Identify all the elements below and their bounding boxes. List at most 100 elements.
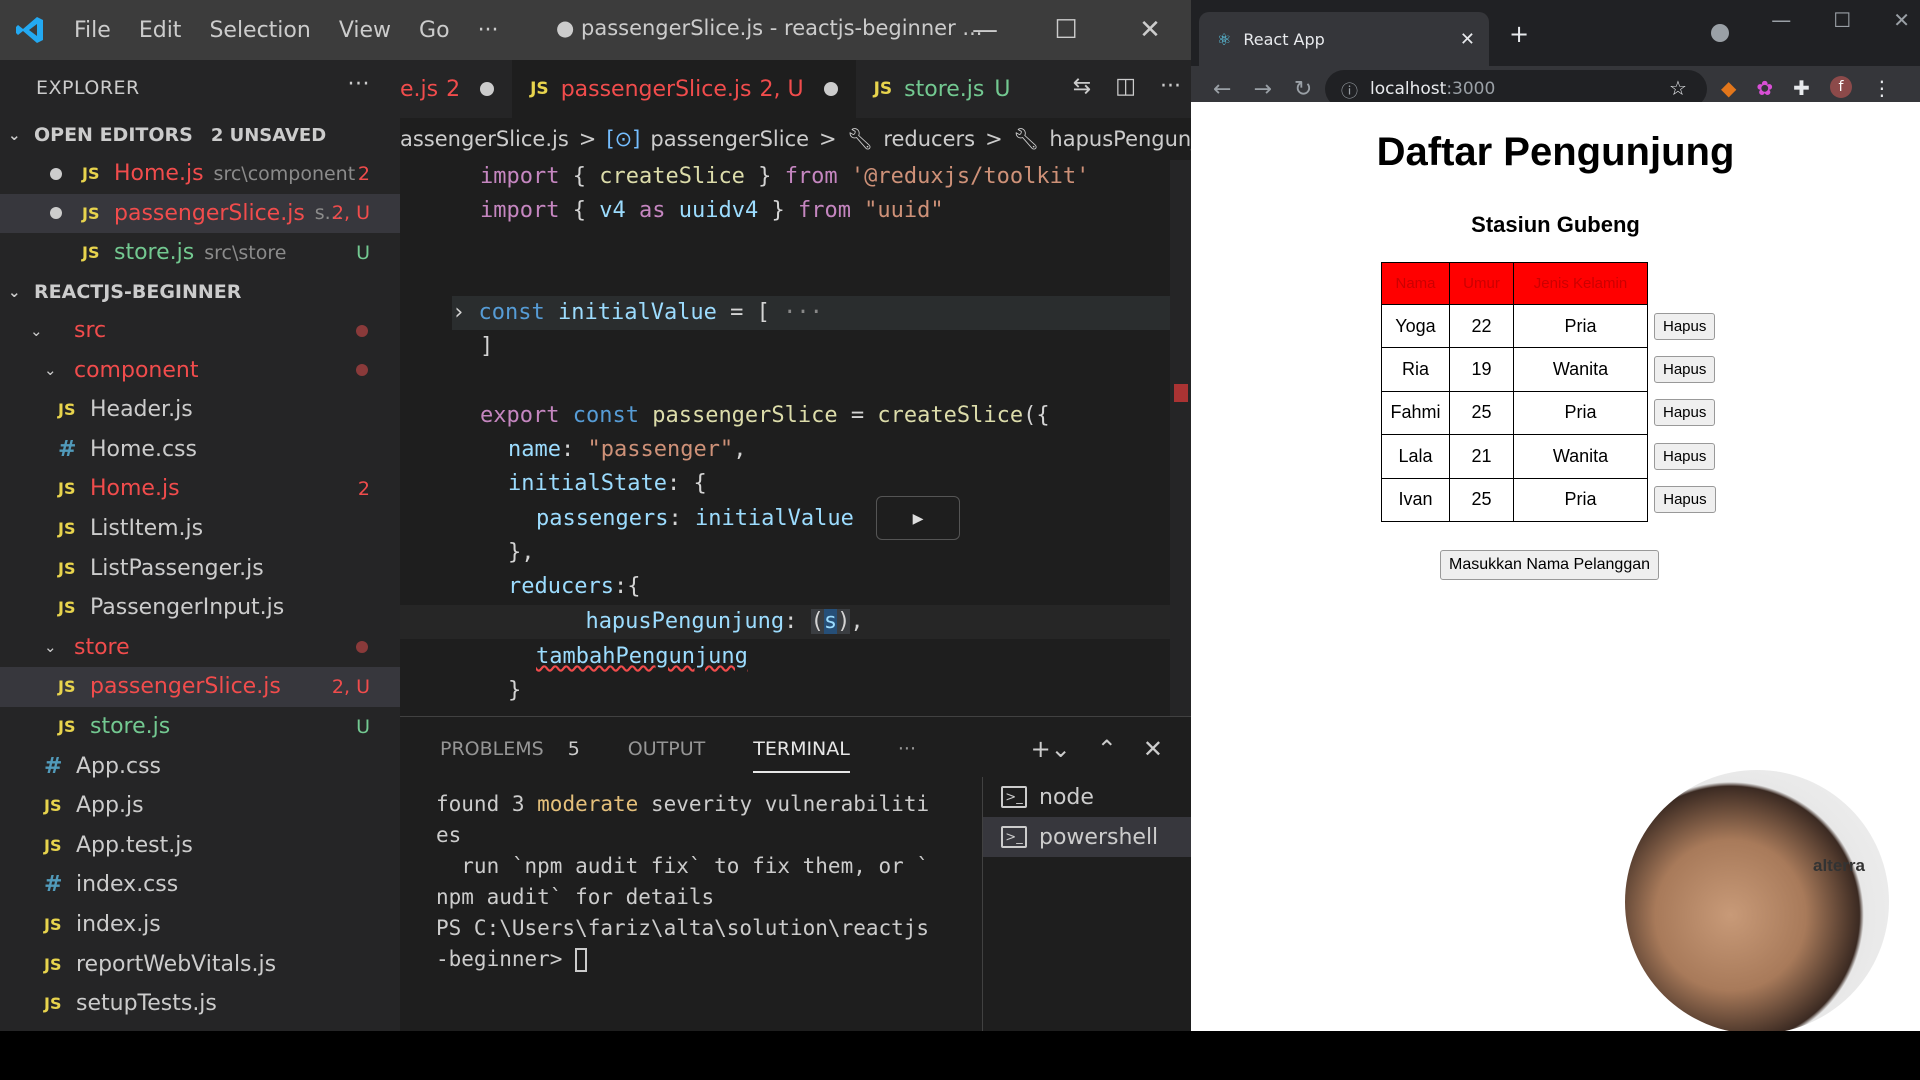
- tree-file[interactable]: JS passengerSlice.js 2, U: [0, 667, 400, 707]
- tree-file[interactable]: JS App.test.js: [0, 826, 400, 866]
- browser-menu-icon[interactable]: ⋮: [1872, 76, 1892, 100]
- maximize-icon[interactable]: ☐: [1833, 8, 1851, 32]
- unsaved-dot-icon[interactable]: [50, 207, 62, 220]
- tab-store-js[interactable]: JS store.js U: [856, 60, 1029, 118]
- tab-passengerslice-js[interactable]: JS passengerSlice.js 2, U: [512, 60, 856, 118]
- file-status: 2, U: [331, 675, 370, 698]
- close-icon[interactable]: ✕: [1893, 8, 1910, 32]
- maximize-panel-icon[interactable]: ⌃: [1097, 735, 1117, 763]
- explorer-sidebar: EXPLORER ··· ⌄ OPEN EDITORS 2 UNSAVED JS…: [0, 60, 400, 1031]
- breadcrumb-symbol[interactable]: passengerSlice: [650, 127, 809, 151]
- tree-folder-store[interactable]: ⌄ store: [0, 628, 400, 668]
- bookmark-star-icon[interactable]: ☆: [1669, 76, 1687, 100]
- tree-folder-src[interactable]: ⌄ src: [0, 311, 400, 351]
- tree-file[interactable]: # App.css: [0, 746, 400, 786]
- tab-terminal[interactable]: TERMINAL: [753, 717, 850, 781]
- menu-view[interactable]: View: [325, 18, 405, 43]
- unsaved-dot-icon[interactable]: [50, 167, 62, 180]
- explorer-title: EXPLORER: [36, 77, 140, 99]
- tree-file[interactable]: JS reportWebVitals.js: [0, 944, 400, 984]
- tree-file[interactable]: # Home.css: [0, 430, 400, 470]
- js-file-icon: JS: [873, 79, 893, 99]
- explorer-more-icon[interactable]: ···: [348, 72, 370, 97]
- breadcrumb-symbol[interactable]: reducers: [883, 127, 975, 151]
- close-panel-icon[interactable]: ✕: [1143, 735, 1163, 763]
- avatar[interactable]: f: [1829, 76, 1852, 98]
- tree-file[interactable]: JS ListPassenger.js: [0, 548, 400, 588]
- forward-icon[interactable]: →: [1253, 77, 1271, 102]
- hapus-button[interactable]: Hapus: [1654, 442, 1716, 470]
- split-editor-icon[interactable]: ◫: [1115, 74, 1136, 99]
- file-name: setupTests.js: [76, 991, 217, 1017]
- open-editor-item[interactable]: JS passengerSlice.js s... 2, U: [0, 193, 400, 234]
- minimize-icon[interactable]: —: [965, 10, 1005, 50]
- info-icon[interactable]: ⓘ: [1341, 77, 1358, 102]
- breadcrumb-file[interactable]: assengerSlice.js: [400, 127, 569, 151]
- tree-file[interactable]: JS PassengerInput.js: [0, 588, 400, 628]
- code-line: passengers: initialValue: [536, 506, 854, 531]
- terminal-line: found 3 moderate severity vulnerabiliti: [436, 792, 930, 816]
- new-terminal-icon[interactable]: +⌄: [1031, 735, 1071, 763]
- tree-file[interactable]: JS Home.js 2: [0, 469, 400, 509]
- js-file-icon: JS: [82, 243, 100, 263]
- modified-dot-icon: [356, 641, 368, 654]
- editor-scrollbar[interactable]: [1170, 160, 1191, 716]
- cell-umur: 25: [1449, 477, 1514, 522]
- menu-file[interactable]: File: [60, 18, 125, 43]
- unsaved-dot-icon[interactable]: [823, 82, 838, 96]
- terminal-node[interactable]: >_ node: [983, 777, 1191, 817]
- tree-file[interactable]: JS Header.js: [0, 390, 400, 430]
- tree-file[interactable]: JS store.js U: [0, 707, 400, 747]
- back-icon[interactable]: ←: [1213, 77, 1231, 102]
- browser-tab[interactable]: ⚛ React App ✕: [1199, 12, 1489, 66]
- letterbox-bar: [0, 1031, 1920, 1080]
- menu-go[interactable]: Go: [405, 18, 464, 43]
- open-editor-item[interactable]: JS store.js src\store U: [0, 233, 400, 273]
- open-editors-header[interactable]: ⌄ OPEN EDITORS 2 UNSAVED: [0, 116, 400, 154]
- tree-file[interactable]: JS index.js: [0, 905, 400, 945]
- close-icon[interactable]: ✕: [1130, 10, 1170, 50]
- profile-dot-icon[interactable]: [1711, 24, 1729, 42]
- code-editor[interactable]: import { createSlice } from '@reduxjs/to…: [400, 160, 1170, 716]
- menu-edit[interactable]: Edit: [125, 18, 196, 43]
- terminal-powershell[interactable]: >_ powershell: [983, 817, 1191, 857]
- compare-changes-icon[interactable]: ⇆: [1073, 74, 1091, 99]
- tab-output[interactable]: OUTPUT: [628, 717, 705, 781]
- unsaved-dot-icon[interactable]: [480, 82, 495, 96]
- tree-file[interactable]: # index.css: [0, 865, 400, 905]
- more-actions-icon[interactable]: ···: [1160, 74, 1181, 99]
- hapus-button[interactable]: Hapus: [1654, 399, 1716, 427]
- tab-title: React App: [1243, 29, 1325, 49]
- extensions-puzzle-icon[interactable]: ✚: [1793, 76, 1810, 100]
- color-picker-icon[interactable]: ✿: [1756, 76, 1773, 100]
- maximize-icon[interactable]: ☐: [1046, 10, 1086, 50]
- panel-more[interactable]: ···: [898, 717, 916, 781]
- tree-file[interactable]: JS setupTests.js: [0, 984, 400, 1024]
- close-tab-icon[interactable]: ✕: [1460, 29, 1475, 50]
- hapus-button[interactable]: Hapus: [1654, 312, 1716, 340]
- metamask-icon[interactable]: ◆: [1721, 76, 1736, 100]
- hapus-button[interactable]: Hapus: [1654, 356, 1716, 384]
- tab-home-js[interactable]: e.js 2: [400, 60, 512, 118]
- menu-more[interactable]: ···: [464, 18, 513, 43]
- new-tab-icon[interactable]: +: [1509, 20, 1529, 48]
- tree-file[interactable]: JS ListItem.js: [0, 509, 400, 549]
- js-file-icon: JS: [58, 479, 76, 499]
- tree-folder-component[interactable]: ⌄ component: [0, 350, 400, 390]
- terminal-icon: >_: [1001, 826, 1027, 848]
- add-customer-button[interactable]: Masukkan Nama Pelanggan: [1440, 550, 1660, 580]
- reload-icon[interactable]: ↻: [1294, 77, 1312, 102]
- breadcrumb-symbol[interactable]: hapusPengunjung: [1049, 127, 1191, 151]
- play-icon[interactable]: ▶: [876, 496, 960, 540]
- project-header[interactable]: ⌄ REACTJS-BEGINNER: [0, 273, 400, 311]
- terminal-output[interactable]: found 3 moderate severity vulnerabiliti e…: [436, 789, 1016, 975]
- cell-nama: Fahmi: [1381, 390, 1450, 436]
- tree-file[interactable]: JS App.js: [0, 786, 400, 826]
- open-editor-item[interactable]: JS Home.js src\component 2: [0, 154, 400, 194]
- browser-tabstrip: ⚛ React App ✕ + — ☐ ✕: [1191, 0, 1920, 66]
- tab-problems[interactable]: PROBLEMS 5: [440, 717, 580, 781]
- visitor-table: Nama Umur Jenis Kelamin Yoga 22 Pria Hap…: [1381, 262, 1716, 522]
- minimize-icon[interactable]: —: [1771, 8, 1791, 32]
- hapus-button[interactable]: Hapus: [1654, 486, 1716, 514]
- menu-selection[interactable]: Selection: [195, 18, 324, 43]
